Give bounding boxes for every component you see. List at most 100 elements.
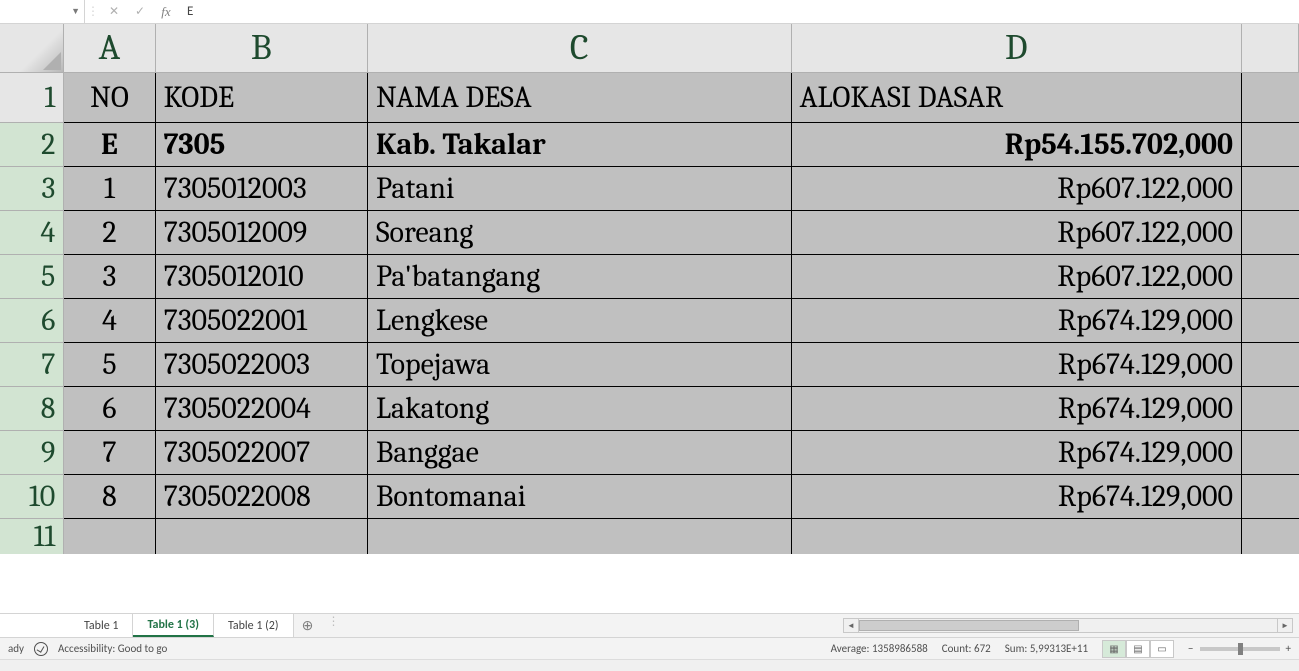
cell[interactable]: Banggae xyxy=(367,430,791,474)
cell[interactable]: 7305022008 xyxy=(155,474,367,518)
status-average: Average: 1358986588 xyxy=(831,642,928,655)
scroll-thumb[interactable] xyxy=(859,620,1079,631)
cell[interactable]: NAMA DESA xyxy=(367,72,791,122)
zoom-control[interactable]: − + xyxy=(1188,642,1291,655)
name-box[interactable]: ▼ xyxy=(0,0,85,23)
cell[interactable]: Rp607.122,000 xyxy=(791,166,1241,210)
row-header-10[interactable]: 10 xyxy=(0,474,64,518)
cell[interactable] xyxy=(1242,342,1299,386)
normal-view-button[interactable]: ▦ xyxy=(1102,640,1126,658)
cell[interactable]: 2 xyxy=(64,210,155,254)
cell[interactable]: 3 xyxy=(64,254,155,298)
cell[interactable] xyxy=(1242,72,1299,122)
cell[interactable] xyxy=(1242,474,1299,518)
row-header-9[interactable]: 9 xyxy=(0,430,64,474)
cell[interactable]: Rp674.129,000 xyxy=(791,430,1241,474)
cell[interactable]: 7305022001 xyxy=(155,298,367,342)
accessibility-icon xyxy=(34,642,48,656)
cell[interactable]: Patani xyxy=(367,166,791,210)
cell[interactable] xyxy=(791,518,1241,554)
row-header-11[interactable]: 11 xyxy=(0,518,64,554)
cell[interactable] xyxy=(1242,166,1299,210)
cell[interactable]: 7305 xyxy=(155,122,367,166)
zoom-out-button[interactable]: − xyxy=(1188,642,1193,655)
cell[interactable]: 1 xyxy=(64,166,155,210)
add-sheet-button[interactable]: ⊕ xyxy=(294,614,322,637)
taskbar-sliver xyxy=(0,659,1299,671)
accept-formula-button[interactable]: ✓ xyxy=(127,4,153,19)
select-all-corner[interactable] xyxy=(0,24,64,72)
cell[interactable]: 4 xyxy=(64,298,155,342)
cell[interactable]: Rp674.129,000 xyxy=(791,298,1241,342)
cell[interactable]: Bontomanai xyxy=(367,474,791,518)
column-header-b[interactable]: B xyxy=(155,24,367,72)
page-break-view-button[interactable]: ▭ xyxy=(1150,640,1174,658)
formula-input[interactable]: E xyxy=(179,4,1299,19)
cell[interactable]: 6 xyxy=(64,386,155,430)
row-header-2[interactable]: 2 xyxy=(0,122,64,166)
zoom-slider[interactable] xyxy=(1200,647,1280,651)
column-header-d[interactable]: D xyxy=(791,24,1241,72)
horizontal-scrollbar[interactable]: ◄ ► xyxy=(843,618,1293,633)
sheet-tab-table-1-3[interactable]: Table 1 (3) xyxy=(133,614,213,637)
column-header-c[interactable]: C xyxy=(367,24,791,72)
row-header-1[interactable]: 1 xyxy=(0,72,64,122)
cell[interactable] xyxy=(155,518,367,554)
row-header-5[interactable]: 5 xyxy=(0,254,64,298)
cell[interactable] xyxy=(1242,298,1299,342)
cell[interactable]: Rp54.155.702,000 xyxy=(791,122,1241,166)
cell[interactable] xyxy=(1242,254,1299,298)
cell[interactable] xyxy=(64,518,155,554)
row-header-7[interactable]: 7 xyxy=(0,342,64,386)
spreadsheet-grid[interactable]: A B C D 1 NO KODE NAMA DESA ALOKASI DASA… xyxy=(0,24,1299,613)
cell[interactable] xyxy=(1242,386,1299,430)
cell[interactable]: ALOKASI DASAR xyxy=(791,72,1241,122)
cell[interactable]: Rp607.122,000 xyxy=(791,254,1241,298)
page-layout-view-button[interactable]: ▤ xyxy=(1126,640,1150,658)
cell[interactable]: Topejawa xyxy=(367,342,791,386)
accessibility-status[interactable]: Accessibility: Good to go xyxy=(58,642,167,655)
scroll-left-button[interactable]: ◄ xyxy=(843,618,859,633)
cell[interactable]: E xyxy=(64,122,155,166)
scroll-track[interactable] xyxy=(859,618,1277,633)
cell[interactable]: Rp674.129,000 xyxy=(791,474,1241,518)
cell[interactable]: 7 xyxy=(64,430,155,474)
status-bar: ady Accessibility: Good to go Average: 1… xyxy=(0,637,1299,659)
cell[interactable]: 8 xyxy=(64,474,155,518)
row-header-4[interactable]: 4 xyxy=(0,210,64,254)
cell[interactable]: 7305022004 xyxy=(155,386,367,430)
cancel-formula-button[interactable]: ✕ xyxy=(101,4,127,19)
cell[interactable]: 7305012003 xyxy=(155,166,367,210)
cell[interactable]: Soreang xyxy=(367,210,791,254)
cell[interactable]: 7305022007 xyxy=(155,430,367,474)
sheet-tab-table-1[interactable]: Table 1 xyxy=(70,614,133,637)
cell[interactable]: Kab. Takalar xyxy=(367,122,791,166)
cell[interactable]: 5 xyxy=(64,342,155,386)
cell[interactable]: Rp674.129,000 xyxy=(791,386,1241,430)
cell[interactable] xyxy=(1242,518,1299,554)
row-header-8[interactable]: 8 xyxy=(0,386,64,430)
cell[interactable]: KODE xyxy=(155,72,367,122)
cell[interactable]: Rp674.129,000 xyxy=(791,342,1241,386)
cell[interactable]: 7305012010 xyxy=(155,254,367,298)
cell[interactable]: Lengkese xyxy=(367,298,791,342)
fx-icon[interactable]: fx xyxy=(153,4,179,20)
cell[interactable] xyxy=(1242,210,1299,254)
column-header-a[interactable]: A xyxy=(64,24,155,72)
cell[interactable]: 7305022003 xyxy=(155,342,367,386)
zoom-in-button[interactable]: + xyxy=(1286,642,1291,655)
cell[interactable] xyxy=(1242,430,1299,474)
cell[interactable] xyxy=(1242,122,1299,166)
cell[interactable]: NO xyxy=(64,72,155,122)
cell[interactable]: 7305012009 xyxy=(155,210,367,254)
cell[interactable]: Lakatong xyxy=(367,386,791,430)
cell[interactable]: Pa'batangang xyxy=(367,254,791,298)
row-header-3[interactable]: 3 xyxy=(0,166,64,210)
cell[interactable]: Rp607.122,000 xyxy=(791,210,1241,254)
row-header-6[interactable]: 6 xyxy=(0,298,64,342)
column-header-e[interactable] xyxy=(1242,24,1299,72)
sheet-tab-table-1-2[interactable]: Table 1 (2) xyxy=(214,614,294,637)
sheet-tabs-bar: Table 1 Table 1 (3) Table 1 (2) ⊕ ⋮ ◄ ► xyxy=(0,613,1299,637)
scroll-right-button[interactable]: ► xyxy=(1277,618,1293,633)
cell[interactable] xyxy=(367,518,791,554)
